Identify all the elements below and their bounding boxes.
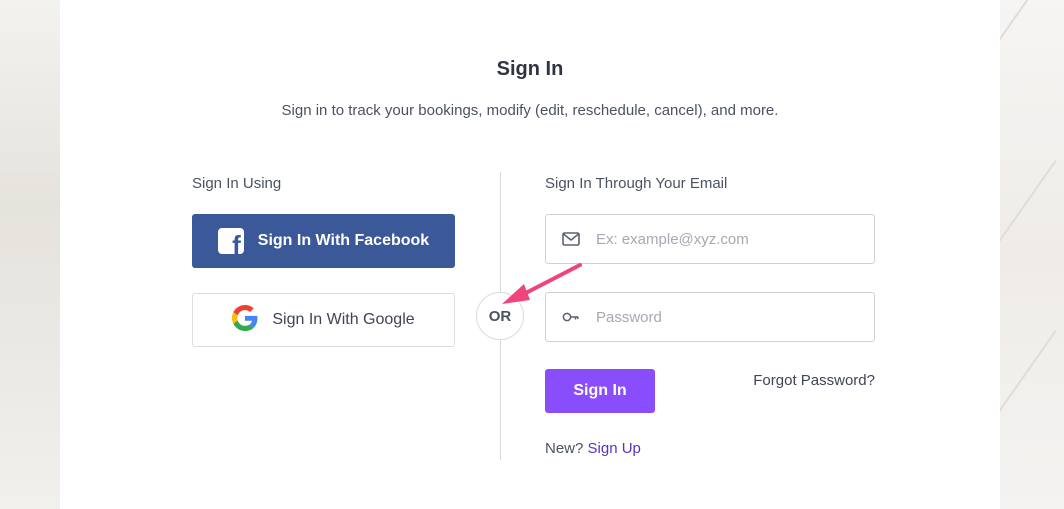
facebook-sign-in-button[interactable]: f Sign In With Facebook (192, 214, 455, 268)
new-user-label: New? (545, 440, 584, 457)
email-field-wrapper (545, 214, 875, 264)
background-left (0, 0, 60, 509)
facebook-button-label: Sign In With Facebook (257, 232, 430, 249)
annotation-arrow (502, 263, 582, 304)
password-input[interactable] (596, 293, 874, 341)
page-subtitle: Sign in to track your bookings, modify (… (281, 102, 779, 119)
forgot-password-link[interactable]: Forgot Password? (753, 372, 875, 389)
sign-in-card: Sign In Sign in to track your bookings, … (60, 0, 1000, 509)
sign-up-link[interactable]: Sign Up (588, 440, 641, 457)
google-icon (232, 304, 258, 336)
signup-row: New? Sign Up (545, 440, 641, 457)
google-sign-in-button[interactable]: Sign In With Google (192, 293, 455, 347)
google-button-label: Sign In With Google (272, 311, 415, 328)
envelope-icon (546, 232, 596, 246)
password-field-wrapper (545, 292, 875, 342)
social-heading: Sign In Using (192, 175, 282, 192)
page-title: Sign In (496, 58, 564, 80)
sign-in-button[interactable]: Sign In (545, 369, 655, 413)
background-right (953, 0, 1064, 509)
email-input[interactable] (596, 215, 874, 263)
facebook-icon: f (217, 228, 244, 254)
email-heading: Sign In Through Your Email (545, 175, 728, 192)
key-icon (546, 311, 596, 323)
